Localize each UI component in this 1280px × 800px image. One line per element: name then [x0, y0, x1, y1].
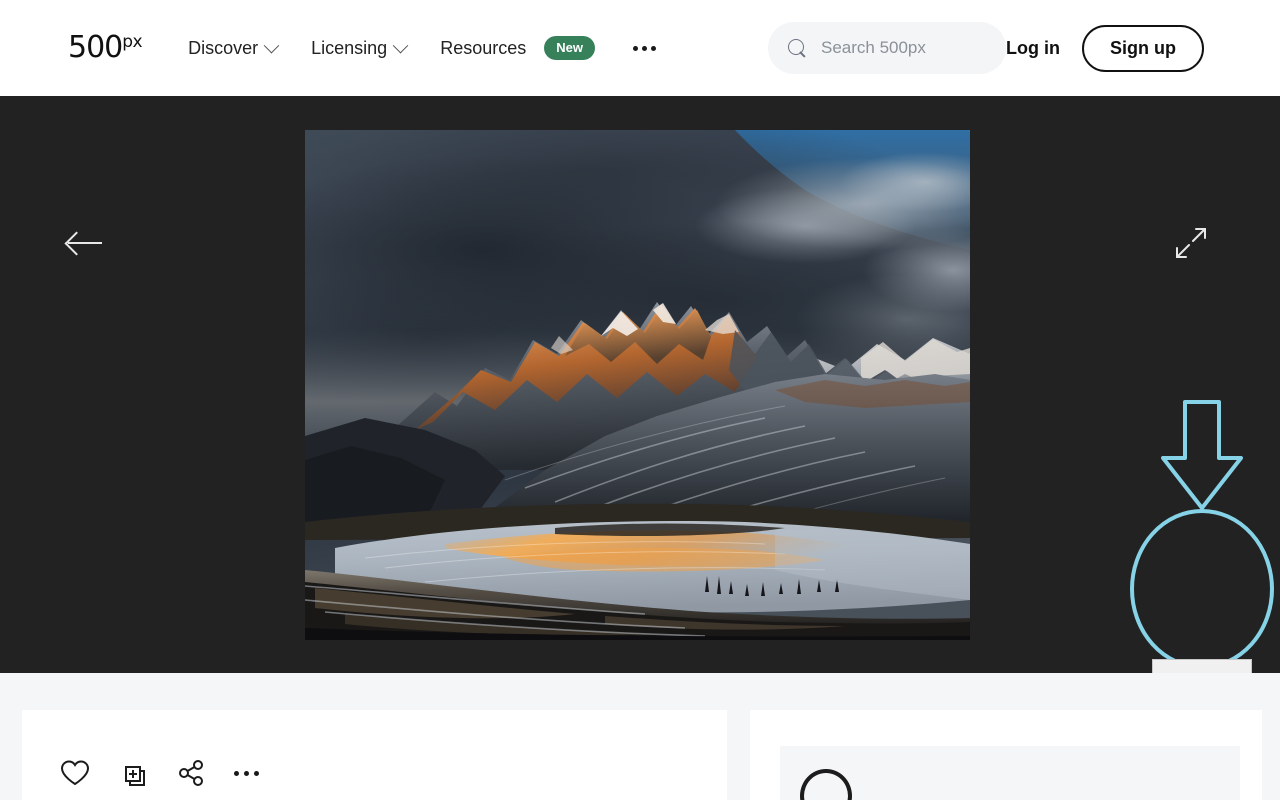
- ellipsis-horizontal-icon: [234, 770, 239, 776]
- photo-actions-card: [22, 710, 727, 800]
- photographer-card: [750, 710, 1262, 800]
- photo-viewer: Download: [0, 96, 1280, 673]
- status-badge-new: New: [544, 36, 595, 60]
- chevron-down-icon: [263, 37, 280, 53]
- ellipsis-horizontal-icon: [254, 770, 259, 776]
- chevron-down-icon: [392, 37, 409, 53]
- nav-label-discover: Discover: [188, 37, 259, 58]
- nav-more-menu-button[interactable]: [629, 36, 660, 61]
- ellipsis-horizontal-icon: [641, 45, 647, 51]
- like-button[interactable]: [60, 759, 118, 787]
- nav-label-resources: Resources: [440, 37, 527, 58]
- search-placeholder: Search 500px: [820, 38, 926, 57]
- download-button[interactable]: Download: [1152, 659, 1252, 673]
- share-button[interactable]: [176, 758, 234, 788]
- nav-item-discover[interactable]: Discover: [188, 30, 280, 67]
- nav-item-licensing[interactable]: Licensing: [311, 30, 409, 67]
- expand-arrows-icon[interactable]: [1174, 226, 1208, 260]
- main-nav: Discover Licensing Resources New: [188, 28, 660, 68]
- logo-text: 500: [68, 30, 123, 65]
- photo-more-menu-button[interactable]: [234, 770, 292, 776]
- ellipse-highlight-annotation: [1130, 509, 1274, 669]
- search-icon: [787, 38, 807, 58]
- photographer-inner-panel: [780, 746, 1240, 800]
- photo-actions-row: [22, 710, 727, 788]
- signup-button[interactable]: Sign up: [1082, 24, 1204, 72]
- arrow-down-annotation: [1161, 400, 1243, 510]
- ellipsis-horizontal-icon: [632, 45, 638, 51]
- login-button[interactable]: Log in: [1006, 38, 1060, 59]
- auth-actions: Log in Sign up: [1006, 24, 1204, 72]
- add-to-gallery-button[interactable]: [118, 758, 176, 788]
- ellipsis-horizontal-icon: [650, 45, 656, 51]
- photo-image[interactable]: [305, 130, 970, 640]
- site-logo[interactable]: 500px: [68, 30, 143, 65]
- nav-label-licensing: Licensing: [311, 37, 388, 58]
- ellipsis-horizontal-icon: [244, 770, 249, 776]
- nav-item-resources[interactable]: Resources New: [440, 28, 595, 68]
- site-header: 500px Discover Licensing Resources New S…: [0, 0, 1280, 96]
- avatar-circle-icon[interactable]: [800, 769, 852, 800]
- search-input[interactable]: Search 500px: [767, 22, 1006, 74]
- arrow-left-icon[interactable]: [68, 226, 104, 260]
- page-root: 500px Discover Licensing Resources New S…: [0, 0, 1280, 800]
- logo-superscript: px: [122, 32, 143, 52]
- photo-details-section: [0, 673, 1280, 800]
